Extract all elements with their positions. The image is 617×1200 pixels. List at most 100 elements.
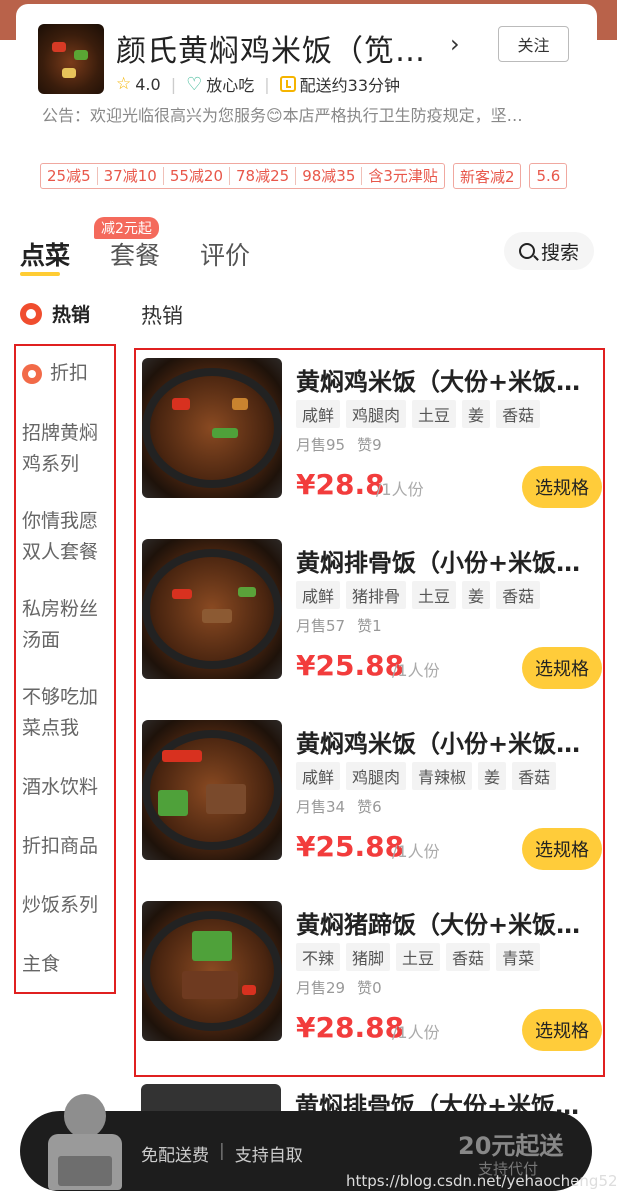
- dish-image[interactable]: [142, 720, 282, 860]
- store-notice[interactable]: 公告：欢迎光临很高兴为您服务😊本店严格执行卫生防疫规定，坚…: [42, 102, 582, 126]
- tag-chip: 土豆: [396, 943, 441, 971]
- monthly-sales: 月售34: [296, 798, 346, 816]
- price-unit: /1人份: [392, 661, 440, 680]
- sidebar-item-noodle-soup[interactable]: 私房粉丝汤面: [22, 594, 112, 656]
- store-card: 颜氏黄焖鸡米饭（笕… › 关注 ☆ 4.0 | ♡ 放心吃 | 配送约33分钟 …: [16, 4, 597, 152]
- dish-stats: 月售29 赞0: [296, 977, 382, 998]
- sidebar-item-label: 折扣: [50, 362, 89, 384]
- chevron-right-icon[interactable]: ›: [450, 30, 460, 58]
- coupon-subsidy: 含3元津贴: [368, 167, 438, 185]
- coupon-tier: 78减25: [230, 167, 297, 185]
- tag-chip: 姜: [462, 400, 491, 428]
- like-count: 赞6: [357, 798, 382, 816]
- sidebar-item-hot[interactable]: 热销: [20, 300, 90, 327]
- select-spec-button[interactable]: 选规格: [522, 466, 602, 508]
- min-order-label[interactable]: 20元起送: [458, 1126, 563, 1161]
- coupon[interactable]: 5.6: [529, 163, 568, 189]
- star-icon: ☆: [116, 74, 132, 94]
- sidebar-item-staple[interactable]: 主食: [22, 949, 112, 980]
- tag-chip: 咸鲜: [296, 581, 341, 609]
- dish-name: 黄焖排骨饭（小份+米饭…: [296, 549, 581, 577]
- tab-set-meal[interactable]: 套餐: [110, 236, 160, 272]
- dish-tags: 咸鲜 猪排骨 土豆 姜 香菇: [296, 581, 541, 609]
- tag-chip: 姜: [462, 581, 491, 609]
- delivery-time: 配送约33分钟: [299, 76, 401, 95]
- like-count: 赞1: [357, 617, 382, 635]
- follow-button[interactable]: 关注: [498, 26, 569, 62]
- tag-chip: 猪脚: [346, 943, 391, 971]
- coupon-row[interactable]: 25减5 37减10 55减20 78减25 98减35 含3元津贴 新客减2 …: [40, 163, 568, 189]
- divider: |: [170, 74, 177, 94]
- price-unit: /1人份: [376, 480, 424, 499]
- store-logo[interactable]: [38, 24, 104, 94]
- tag-chip: 不辣: [296, 943, 341, 971]
- sidebar-item-signature-chicken[interactable]: 招牌黄焖鸡系列: [22, 418, 112, 480]
- store-name[interactable]: 颜氏黄焖鸡米饭（笕…: [116, 26, 426, 70]
- cart-info: 免配送费 | 支持自取: [141, 1141, 303, 1166]
- tag-chip: 香菇: [496, 400, 541, 428]
- coupon-tier: 98减35: [296, 167, 363, 185]
- store-rating: 4.0: [135, 74, 161, 94]
- dish-image[interactable]: [142, 539, 282, 679]
- watermark: https://blog.csdn.net/yehaocheng520: [346, 1172, 617, 1190]
- dish-image[interactable]: [142, 901, 282, 1041]
- section-title: 热销: [141, 304, 183, 328]
- delivery-rider-icon[interactable]: [44, 1094, 124, 1194]
- dish-price: ¥25.88: [296, 830, 405, 863]
- coupon-tier: 37减10: [98, 167, 164, 185]
- sidebar-hot-label: 热销: [52, 304, 91, 326]
- monthly-sales: 月售57: [296, 617, 346, 635]
- sidebar-item-drinks[interactable]: 酒水饮料: [22, 772, 112, 803]
- sidebar-item-fried-rice[interactable]: 炒饭系列: [22, 890, 112, 921]
- dish-price: ¥28.88: [296, 1011, 405, 1044]
- select-spec-button[interactable]: 选规格: [522, 647, 602, 689]
- tag-chip: 鸡腿肉: [346, 400, 407, 428]
- list-item[interactable]: 黄焖鸡米饭（小份+米饭… 咸鲜 鸡腿肉 青辣椒 姜 香菇 月售34 赞6 ¥25…: [142, 712, 602, 870]
- active-tab-indicator: [20, 272, 60, 276]
- coupon-tier: 55减20: [164, 167, 231, 185]
- self-pickup-label: 支持自取: [234, 1146, 303, 1166]
- list-item[interactable]: 黄焖排骨饭（小份+米饭… 咸鲜 猪排骨 土豆 姜 香菇 月售57 赞1 ¥25.…: [142, 531, 602, 689]
- tag-chip: 土豆: [412, 581, 457, 609]
- select-spec-button[interactable]: 选规格: [522, 1009, 602, 1051]
- full-reduction-coupon[interactable]: 25减5 37减10 55减20 78减25 98减35 含3元津贴: [40, 163, 445, 189]
- select-spec-button[interactable]: 选规格: [522, 828, 602, 870]
- heart-icon: ♡: [186, 73, 203, 95]
- tag-chip: 鸡腿肉: [346, 762, 407, 790]
- sidebar-item-couple-set[interactable]: 你情我愿双人套餐: [22, 506, 112, 568]
- discount-tag-icon: [22, 363, 42, 384]
- dish-image[interactable]: [142, 358, 282, 498]
- tag-chip: 香菇: [496, 581, 541, 609]
- tag-chip: 香菇: [446, 943, 491, 971]
- dish-tags: 咸鲜 鸡腿肉 土豆 姜 香菇: [296, 400, 541, 428]
- tag-chip: 咸鲜: [296, 762, 341, 790]
- dish-price: ¥25.88: [296, 649, 405, 682]
- new-customer-coupon[interactable]: 新客减2: [452, 163, 522, 189]
- fire-icon: [20, 302, 42, 325]
- dish-stats: 月售95 赞9: [296, 434, 382, 455]
- free-delivery-label: 免配送费: [141, 1146, 209, 1166]
- list-item[interactable]: 黄焖鸡米饭（大份+米饭… 咸鲜 鸡腿肉 土豆 姜 香菇 月售95 赞9 ¥28.…: [142, 350, 602, 508]
- store-meta: ☆ 4.0 | ♡ 放心吃 | 配送约33分钟: [116, 72, 400, 96]
- price-unit: /1人份: [392, 1023, 440, 1042]
- dish-stats: 月售34 赞6: [296, 796, 382, 817]
- tag-chip: 香菇: [512, 762, 557, 790]
- divider: |: [219, 1141, 225, 1161]
- tab-order[interactable]: 点菜: [20, 236, 70, 272]
- tab-bar: 点菜 套餐 评价: [20, 236, 250, 272]
- tag-chip: 姜: [478, 762, 507, 790]
- sidebar-item-discount[interactable]: 折扣: [22, 358, 112, 389]
- dish-tags: 咸鲜 鸡腿肉 青辣椒 姜 香菇: [296, 762, 557, 790]
- sidebar-item-discount-goods[interactable]: 折扣商品: [22, 831, 112, 862]
- search-button[interactable]: 搜索: [504, 232, 594, 270]
- tag-chip: 青辣椒: [412, 762, 473, 790]
- tag-chip: 青菜: [496, 943, 541, 971]
- monthly-sales: 月售95: [296, 436, 346, 454]
- list-item[interactable]: 黄焖猪蹄饭（大份+米饭… 不辣 猪脚 土豆 香菇 青菜 月售29 赞0 ¥28.…: [142, 893, 602, 1051]
- sidebar-item-add-dish[interactable]: 不够吃加菜点我: [22, 682, 112, 744]
- dish-price: ¥28.8: [296, 468, 385, 501]
- like-count: 赞9: [357, 436, 382, 454]
- tab-reviews[interactable]: 评价: [200, 236, 250, 272]
- safe-label: 放心吃: [206, 76, 255, 95]
- tag-chip: 猪排骨: [346, 581, 407, 609]
